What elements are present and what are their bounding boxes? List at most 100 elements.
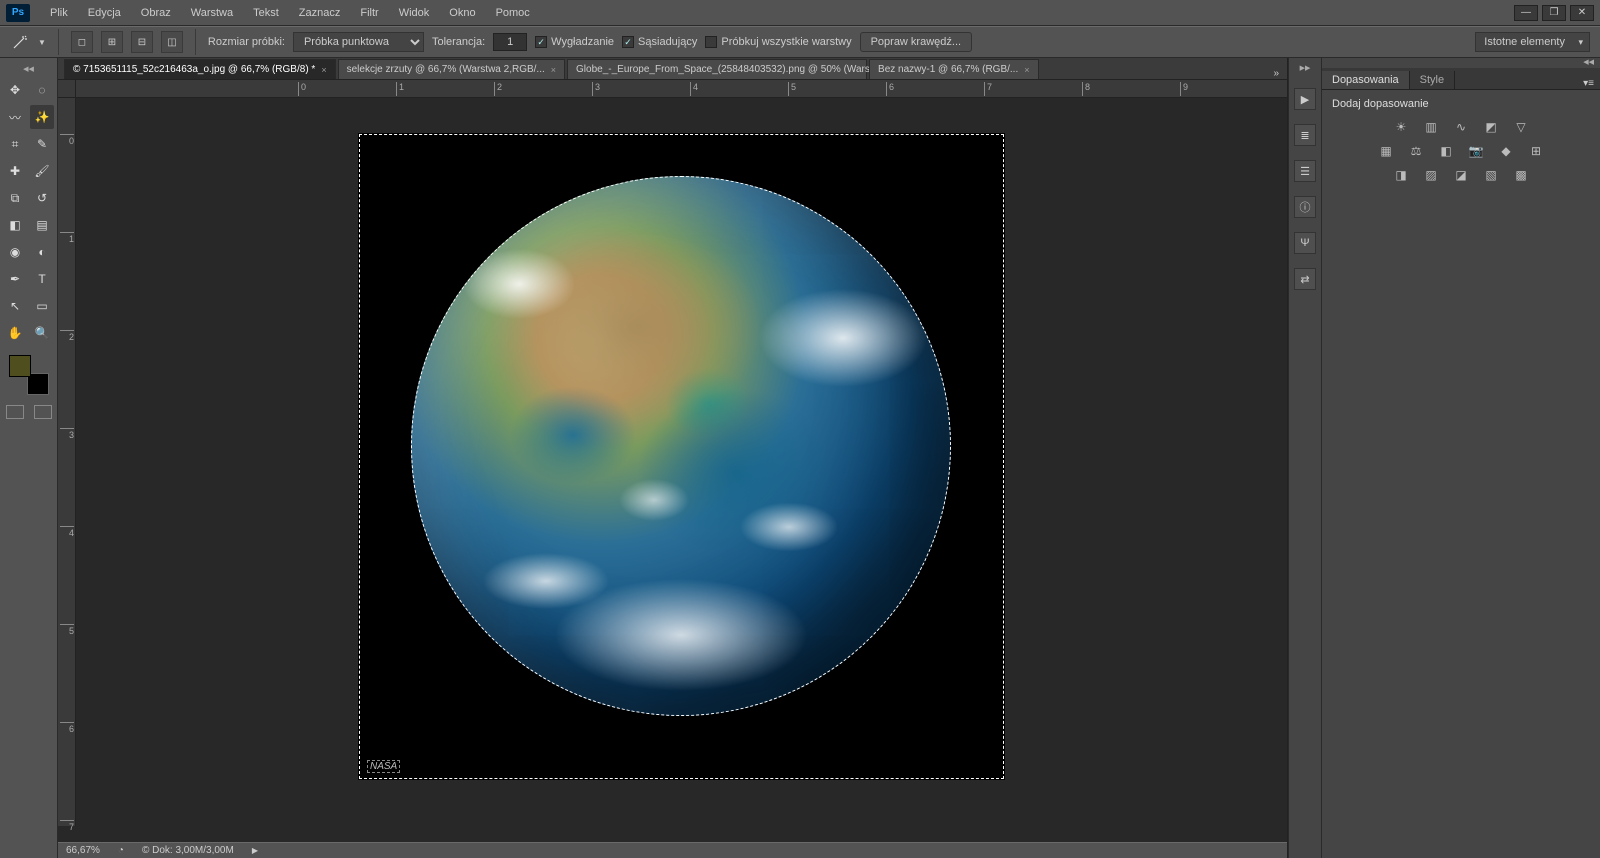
chevron-down-icon[interactable]: ▼ (38, 38, 46, 47)
window-maximize-icon[interactable]: ❐ (1542, 5, 1566, 21)
healing-tool[interactable]: ✚ (3, 159, 27, 183)
hue-icon[interactable]: ▦ (1376, 142, 1396, 160)
menu-window[interactable]: Okno (439, 7, 485, 19)
menu-filter[interactable]: Filtr (350, 7, 388, 19)
gradient-map-icon[interactable]: ▧ (1481, 166, 1501, 184)
options-bar: ▼ ◻ ⊞ ⊟ ◫ Rozmiar próbki: Próbka punktow… (0, 26, 1600, 58)
play-icon[interactable]: ▶ (1294, 88, 1316, 110)
history-brush-tool[interactable]: ↺ (30, 186, 54, 210)
contiguous-checkbox[interactable]: ✓Sąsiadujący (622, 36, 697, 48)
ruler-tick: 7 (984, 82, 992, 96)
brightness-icon[interactable]: ☀ (1391, 118, 1411, 136)
shape-tool[interactable]: ▭ (30, 294, 54, 318)
selection-subtract-icon[interactable]: ⊟ (131, 31, 153, 53)
document-tab[interactable]: selekcje zrzuty @ 66,7% (Warstwa 2,RGB/.… (338, 59, 565, 79)
window-minimize-icon[interactable]: — (1514, 5, 1538, 21)
doc-size-readout[interactable]: © Dok: 3,00M/3,00M (142, 845, 234, 856)
menu-help[interactable]: Pomoc (486, 7, 540, 19)
tab-styles[interactable]: Style (1410, 71, 1455, 89)
canvas[interactable]: NASA (76, 98, 1287, 826)
ruler-tick: 5 (788, 82, 796, 96)
photo-filter-icon[interactable]: 📷 (1466, 142, 1486, 160)
channel-mixer-icon[interactable]: ◆ (1496, 142, 1516, 160)
zoom-tool[interactable]: 🔍 (30, 321, 54, 345)
selection-new-icon[interactable]: ◻ (71, 31, 93, 53)
threshold-icon[interactable]: ◪ (1451, 166, 1471, 184)
invert-icon[interactable]: ◨ (1391, 166, 1411, 184)
sample-size-select[interactable]: Próbka punktowa (293, 32, 424, 52)
ruler-origin[interactable] (58, 80, 76, 98)
foreground-color-swatch[interactable] (9, 355, 31, 377)
close-icon[interactable]: × (551, 65, 556, 75)
pen-tool[interactable]: ✒ (3, 267, 27, 291)
lasso-tool[interactable]: 〰 (3, 105, 27, 129)
brush-icon[interactable]: Ψ (1294, 232, 1316, 254)
selective-color-icon[interactable]: ▩ (1511, 166, 1531, 184)
tab-overflow-icon[interactable]: » (1265, 68, 1287, 79)
marquee-tool[interactable]: ◌ (30, 78, 54, 102)
ruler-tick: 1 (60, 232, 74, 244)
menu-image[interactable]: Obraz (131, 7, 181, 19)
eyedropper-tool[interactable]: ✎ (30, 132, 54, 156)
screenmode-icon[interactable] (34, 405, 52, 419)
eraser-tool[interactable]: ◧ (3, 213, 27, 237)
antialias-checkbox[interactable]: ✓Wygładzanie (535, 36, 614, 48)
posterize-icon[interactable]: ▨ (1421, 166, 1441, 184)
brush-tool[interactable]: 🖌 (30, 159, 54, 183)
color-swatches[interactable] (9, 355, 49, 395)
layers-icon[interactable]: ☰ (1294, 160, 1316, 182)
collapse-icon[interactable]: ◀◀ (0, 64, 57, 74)
sample-all-layers-checkbox[interactable]: Próbkuj wszystkie warstwy (705, 36, 851, 48)
move-tool[interactable]: ✥ (3, 78, 27, 102)
status-menu-icon[interactable]: ▶ (252, 846, 258, 855)
quickmask-icon[interactable] (6, 405, 24, 419)
levels-icon[interactable]: ▥ (1421, 118, 1441, 136)
path-select-tool[interactable]: ↖ (3, 294, 27, 318)
crop-tool[interactable]: ⌗ (3, 132, 27, 156)
refine-edge-button[interactable]: Popraw krawędź... (860, 32, 972, 52)
status-handle-icon[interactable]: ◔ (118, 845, 124, 856)
history-icon[interactable]: ≣ (1294, 124, 1316, 146)
zoom-readout[interactable]: 66,67% (66, 845, 100, 856)
vibrance-icon[interactable]: ▽ (1511, 118, 1531, 136)
blur-tool[interactable]: ◉ (3, 240, 27, 264)
menu-select[interactable]: Zaznacz (289, 7, 351, 19)
bw-icon[interactable]: ◧ (1436, 142, 1456, 160)
ruler-vertical[interactable]: 0 1 2 3 4 5 6 7 (58, 98, 76, 826)
ruler-tick: 9 (1180, 82, 1188, 96)
menu-view[interactable]: Widok (389, 7, 440, 19)
stamp-tool[interactable]: ⧉ (3, 186, 27, 210)
exposure-icon[interactable]: ◩ (1481, 118, 1501, 136)
panel-menu-icon[interactable]: ▾≡ (1577, 78, 1600, 89)
artboard[interactable]: NASA (359, 134, 1004, 779)
menu-text[interactable]: Tekst (243, 7, 289, 19)
close-icon[interactable]: × (1024, 65, 1029, 75)
paragraph-icon[interactable]: ⇄ (1294, 268, 1316, 290)
panel-heading: Dodaj dopasowanie (1332, 98, 1590, 110)
curves-icon[interactable]: ∿ (1451, 118, 1471, 136)
menu-file[interactable]: Plik (40, 7, 78, 19)
collapse-icon[interactable]: ▶▶ (1289, 64, 1321, 74)
tolerance-input[interactable] (493, 33, 527, 51)
ruler-horizontal[interactable]: 0 1 2 3 4 5 6 7 8 9 (76, 80, 1287, 98)
menu-edit[interactable]: Edycja (78, 7, 131, 19)
selection-intersect-icon[interactable]: ◫ (161, 31, 183, 53)
workspace-select[interactable]: Istotne elementy (1475, 32, 1590, 52)
collapse-icon[interactable]: ◀◀ (1322, 58, 1600, 68)
tab-adjustments[interactable]: Dopasowania (1322, 71, 1410, 89)
selection-add-icon[interactable]: ⊞ (101, 31, 123, 53)
window-close-icon[interactable]: ✕ (1570, 5, 1594, 21)
magic-wand-tool[interactable]: ✨ (30, 105, 54, 129)
hand-tool[interactable]: ✋ (3, 321, 27, 345)
document-tab[interactable]: Bez nazwy-1 @ 66,7% (RGB/...× (869, 59, 1038, 79)
gradient-tool[interactable]: ▤ (30, 213, 54, 237)
balance-icon[interactable]: ⚖ (1406, 142, 1426, 160)
type-tool[interactable]: T (30, 267, 54, 291)
menu-layer[interactable]: Warstwa (181, 7, 243, 19)
lut-icon[interactable]: ⊞ (1526, 142, 1546, 160)
dodge-tool[interactable]: ◐ (30, 240, 54, 264)
document-tab[interactable]: © 7153651115_52c216463a_o.jpg @ 66,7% (R… (64, 59, 336, 79)
info-icon[interactable]: ⓘ (1294, 196, 1316, 218)
document-tab[interactable]: Globe_-_Europe_From_Space_(25848403532).… (567, 59, 867, 79)
close-icon[interactable]: × (321, 65, 326, 75)
